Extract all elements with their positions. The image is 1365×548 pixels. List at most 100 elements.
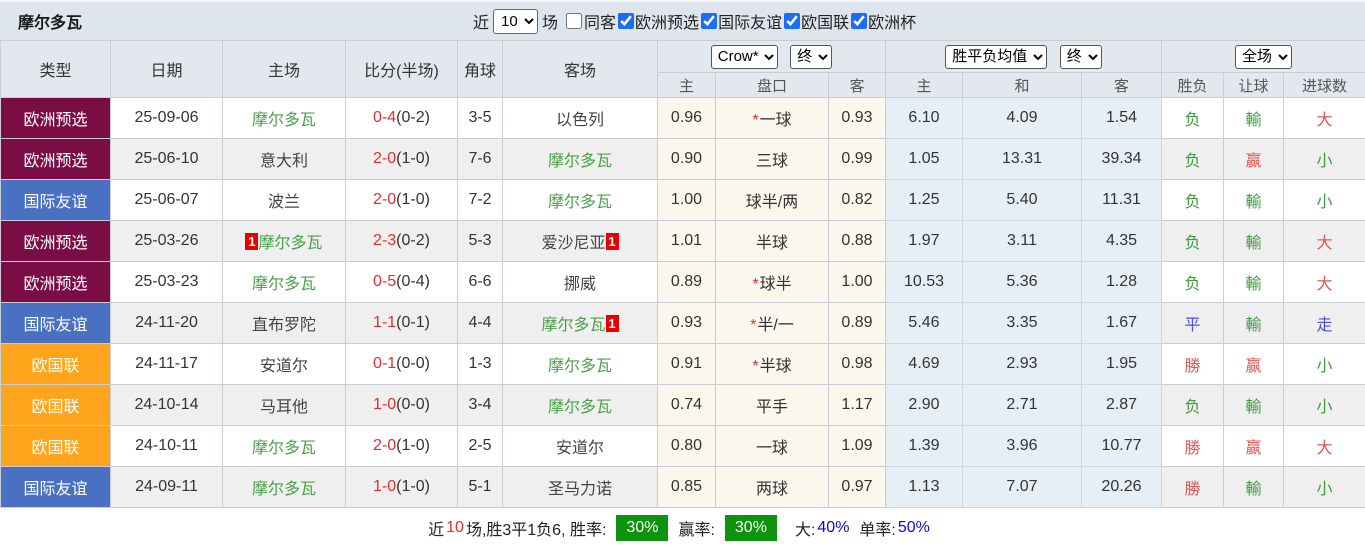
winloss-result: 勝 xyxy=(1161,425,1225,467)
odds-away: 0.93 xyxy=(828,97,886,139)
subheader-avg-draw: 和 xyxy=(962,72,1082,98)
handicap-time-select[interactable]: 终 xyxy=(790,44,833,69)
handicap-line: 一球 xyxy=(759,112,792,129)
halftime-score: (0-1) xyxy=(396,314,430,331)
avg-lose-odds: 1.95 xyxy=(1080,343,1163,385)
away-team-cell: 摩尔多瓦 xyxy=(502,138,658,180)
away-team-name: 挪威 xyxy=(563,276,596,293)
score-cell: 2-3(0-2) xyxy=(345,220,458,262)
away-team-cell: 摩尔多瓦 xyxy=(502,384,658,426)
handicap-line: 两球 xyxy=(755,481,788,498)
goals-result: 大 xyxy=(1283,425,1365,467)
handicap-result: 赢 xyxy=(1223,343,1285,385)
table-row: 欧洲预选 25-09-06 摩尔多瓦 0-4(0-2) 3-5 以色列 0.96 *一球 0.9… xyxy=(0,97,1365,139)
match-date: 24-10-11 xyxy=(110,425,223,467)
table-row: 国际友谊 24-11-20 直布罗陀 1-1(0-1) 4-4 摩尔多瓦 1 0.93 *半/一… xyxy=(0,302,1365,344)
away-team-name: 摩尔多瓦 xyxy=(547,194,612,211)
fulltime-score: 1-0 xyxy=(373,396,397,413)
halftime-score: (0-2) xyxy=(396,109,430,126)
fulltime-score: 2-0 xyxy=(373,150,397,167)
avg-win-odds: 10.53 xyxy=(885,261,963,303)
fulltime-score: 0-1 xyxy=(373,355,397,372)
home-team-name: 直布罗陀 xyxy=(251,317,316,334)
match-type-badge: 欧洲预选 xyxy=(0,138,111,180)
win-rate-badge: 30% xyxy=(616,514,669,541)
avg-win-odds: 1.13 xyxy=(885,466,963,508)
away-team-cell: 安道尔 xyxy=(502,425,658,467)
goals-result: 小 xyxy=(1283,384,1365,426)
match-count-select[interactable]: 10 xyxy=(493,8,539,34)
handicap-line-cell: 球半/两 xyxy=(715,179,829,221)
goals-result: 小 xyxy=(1283,343,1365,385)
odds-home: 0.96 xyxy=(657,97,716,139)
same-venue-checkbox[interactable] xyxy=(566,13,583,29)
filter-checkbox-0[interactable] xyxy=(618,13,635,29)
handicap-line: 一球 xyxy=(755,440,788,457)
filter-checkbox-1[interactable] xyxy=(701,13,718,29)
subheader-odds-away: 客 xyxy=(828,72,886,98)
away-team-name: 摩尔多瓦 xyxy=(547,358,612,375)
away-team-cell: 以色列 xyxy=(502,97,658,139)
winloss-result: 负 xyxy=(1161,138,1225,180)
halftime-score: (0-0) xyxy=(396,396,430,413)
summary-text: 近 10 场,胜3平1负6, 胜率: 30% 赢率: 30% 大: 40% 单率: 50… xyxy=(1,514,1365,541)
red-card-badge: 1 xyxy=(605,233,619,250)
avg-time-select[interactable]: 终 xyxy=(1059,44,1102,69)
handicap-odds-group: Crow* 终 xyxy=(657,40,886,73)
corners-cell: 3-4 xyxy=(457,384,503,426)
bookmaker-select[interactable]: Crow* xyxy=(710,44,778,69)
period-select[interactable]: 全场 xyxy=(1235,44,1293,69)
avg-win-odds: 1.39 xyxy=(885,425,963,467)
match-date: 24-10-14 xyxy=(110,384,223,426)
col-header-corners: 角球 xyxy=(457,40,503,98)
match-type-badge: 国际友谊 xyxy=(0,302,111,344)
filter-checkbox-3[interactable] xyxy=(851,13,868,29)
subheader-winloss: 胜负 xyxy=(1161,72,1225,98)
handicap-result: 輸 xyxy=(1223,384,1285,426)
match-type-badge: 国际友谊 xyxy=(0,179,111,221)
handicap-result: 赢 xyxy=(1223,425,1285,467)
odds-home: 1.01 xyxy=(657,220,716,262)
handicap-line-cell: *半球 xyxy=(715,343,829,385)
winloss-result: 负 xyxy=(1161,384,1225,426)
away-team-name: 摩尔多瓦 xyxy=(541,317,606,334)
score-cell: 1-1(0-1) xyxy=(345,302,458,344)
match-date: 24-11-17 xyxy=(110,343,223,385)
handicap-result: 輸 xyxy=(1223,97,1285,139)
filter-checkbox-2[interactable] xyxy=(784,13,801,29)
match-date: 25-03-23 xyxy=(110,261,223,303)
fulltime-score: 2-0 xyxy=(373,191,397,208)
avg-odds-select[interactable]: 胜平负均值 xyxy=(945,44,1048,69)
avg-lose-odds: 11.31 xyxy=(1080,179,1163,221)
home-team-name: 马耳他 xyxy=(259,399,308,416)
home-team-name: 波兰 xyxy=(267,194,300,211)
avg-win-odds: 1.25 xyxy=(885,179,963,221)
handicap-line-cell: *球半 xyxy=(715,261,829,303)
match-stats-panel: 摩尔多瓦 近 10 场 同客 欧洲预选 国际友谊 欧国联 欧洲杯 类型 日期 主场 比… xyxy=(0,0,1365,548)
avg-draw-odds: 3.11 xyxy=(962,220,1082,262)
corners-cell: 5-1 xyxy=(457,466,503,508)
winloss-result: 勝 xyxy=(1161,466,1225,508)
goals-result: 小 xyxy=(1283,179,1365,221)
handicap-line-cell: 半球 xyxy=(715,220,829,262)
odds-rate-badge: 30% xyxy=(724,514,777,541)
col-header-away: 客场 xyxy=(502,40,658,98)
same-venue-label: 同客 xyxy=(584,15,617,32)
table-row: 欧国联 24-10-11 摩尔多瓦 2-0(1-0) 2-5 安道尔 0.80 一球 1.09 1… xyxy=(0,425,1365,467)
odds-home: 0.91 xyxy=(657,343,716,385)
filter-label: 欧洲预选 xyxy=(635,15,700,32)
match-date: 25-03-26 xyxy=(110,220,223,262)
avg-win-odds: 1.05 xyxy=(885,138,963,180)
odds-home: 0.89 xyxy=(657,261,716,303)
avg-win-odds: 4.69 xyxy=(885,343,963,385)
subheader-handicap-result: 让球 xyxy=(1223,72,1285,98)
summary-stats: 场,胜3平1负6, 胜率: xyxy=(465,521,607,539)
away-team-name: 安道尔 xyxy=(555,440,604,457)
match-type-badge: 欧国联 xyxy=(0,425,111,467)
away-team-name: 以色列 xyxy=(555,112,604,129)
single-label: 单率: xyxy=(859,521,896,539)
halftime-score: (0-0) xyxy=(396,355,430,372)
winloss-result: 负 xyxy=(1161,97,1225,139)
handicap-line: 三球 xyxy=(755,153,788,170)
handicap-result: 赢 xyxy=(1223,138,1285,180)
